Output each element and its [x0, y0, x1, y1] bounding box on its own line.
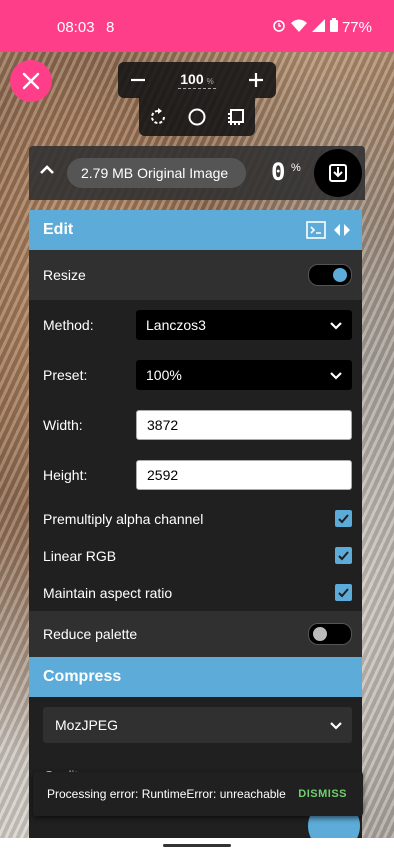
notification-count: 8 [106, 19, 115, 36]
zoom-in-button[interactable] [236, 62, 276, 98]
file-label: Original Image [137, 165, 229, 181]
close-icon [22, 72, 40, 90]
reduce-palette-row: Reduce palette [29, 611, 362, 657]
premultiply-checkbox[interactable] [335, 510, 352, 527]
linear-rgb-checkbox[interactable] [335, 547, 352, 564]
width-row: Width: 3872 [29, 400, 362, 450]
download-icon [329, 164, 347, 182]
aspect-ratio-label: Maintain aspect ratio [43, 584, 173, 601]
dismiss-button[interactable]: DISMISS [298, 788, 347, 800]
zoom-control: 100 % [118, 62, 276, 98]
method-select[interactable]: Lanczos3 [136, 310, 352, 340]
aspect-ratio-row: Maintain aspect ratio [29, 574, 362, 611]
preset-select[interactable]: 100% [136, 360, 352, 390]
method-label: Method: [43, 317, 94, 333]
signal-icon [312, 18, 325, 32]
close-button[interactable] [10, 60, 52, 102]
swap-sides-icon[interactable] [332, 222, 352, 238]
premultiply-label: Premultiply alpha channel [43, 510, 204, 527]
terminal-icon[interactable] [306, 221, 326, 239]
chevron-up-icon[interactable] [39, 162, 55, 178]
preset-row: Preset: 100% [29, 350, 362, 400]
compress-title: Compress [43, 668, 122, 685]
codec-value: MozJPEG [55, 717, 119, 733]
savings-unit: % [291, 162, 301, 174]
preset-value: 100% [146, 367, 182, 383]
status-time: 08:03 [57, 19, 95, 36]
linear-rgb-label: Linear RGB [43, 547, 117, 564]
file-size-badge: 2.79 MB Original Image [67, 158, 247, 188]
circle-icon [188, 108, 206, 126]
home-gesture-pill[interactable] [163, 844, 231, 847]
error-snackbar: Processing error: RuntimeError: unreacha… [33, 772, 363, 816]
view-toolbar [139, 98, 255, 136]
zoom-value: 100 [180, 71, 204, 87]
zoom-unit: % [206, 77, 214, 86]
alarm-icon [273, 20, 285, 32]
chevron-down-icon [330, 322, 342, 330]
resize-label: Resize [43, 267, 86, 283]
background-toggle-button[interactable] [182, 102, 212, 132]
zoom-input[interactable]: 100 % [178, 71, 216, 89]
plus-icon [248, 73, 263, 87]
checkmark-icon [338, 551, 349, 561]
height-label: Height: [43, 467, 88, 483]
height-input[interactable]: 2592 [136, 460, 352, 490]
chevron-down-icon [330, 372, 342, 380]
file-size: 2.79 MB [81, 165, 134, 181]
battery-icon [330, 18, 338, 32]
rotate-button[interactable] [143, 102, 173, 132]
linear-rgb-row: Linear RGB [29, 537, 362, 574]
resize-toggle[interactable] [308, 264, 352, 286]
navigation-bar [0, 838, 394, 854]
savings-value: 0 [271, 158, 286, 186]
method-value: Lanczos3 [146, 317, 206, 333]
split-view-button[interactable] [221, 102, 251, 132]
rotate-icon [151, 108, 166, 124]
codec-select[interactable]: MozJPEG [43, 707, 352, 743]
download-button[interactable] [314, 149, 362, 197]
compress-section-header: Compress [29, 657, 362, 697]
crop-icon [227, 109, 244, 125]
wifi-icon [291, 19, 307, 32]
options-panel: Edit Resize Method: Lanczos3 Preset: 100… [29, 210, 362, 838]
method-row: Method: Lanczos3 [29, 300, 362, 350]
chevron-down-icon [330, 722, 342, 730]
edit-title: Edit [43, 221, 74, 238]
height-value: 2592 [147, 467, 179, 483]
width-input[interactable]: 3872 [136, 410, 352, 440]
preset-label: Preset: [43, 367, 88, 383]
output-size-bar: 2.79 MB Original Image 0 % [29, 146, 365, 200]
reduce-palette-toggle[interactable] [308, 623, 352, 645]
resize-row: Resize [29, 250, 362, 300]
snackbar-message: Processing error: RuntimeError: unreacha… [47, 787, 286, 801]
premultiply-row: Premultiply alpha channel [29, 500, 362, 537]
checkmark-icon [338, 588, 349, 598]
aspect-ratio-checkbox[interactable] [335, 584, 352, 601]
battery-level: 77% [341, 19, 372, 36]
reduce-palette-label: Reduce palette [43, 626, 138, 642]
status-bar: 08:03 8 77% [0, 0, 394, 52]
minus-icon [131, 78, 145, 82]
width-label: Width: [43, 417, 83, 433]
width-value: 3872 [147, 417, 179, 433]
checkmark-icon [338, 514, 349, 524]
edit-section-header: Edit [29, 210, 362, 250]
height-row: Height: 2592 [29, 450, 362, 500]
zoom-out-button[interactable] [118, 62, 158, 98]
